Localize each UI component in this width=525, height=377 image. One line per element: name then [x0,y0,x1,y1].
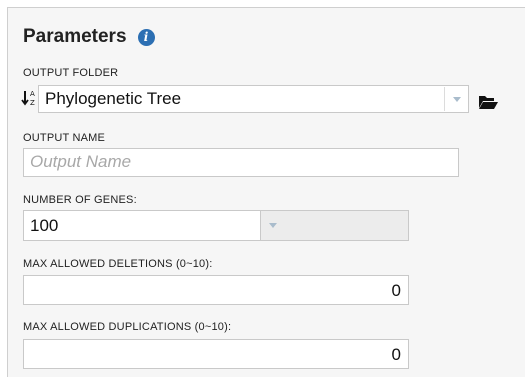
output-folder-label: OUTPUT FOLDER [23,67,119,79]
output-folder-value: Phylogenetic Tree [45,89,182,108]
max-duplications-input[interactable]: 0 [23,339,409,369]
max-deletions-label: MAX ALLOWED DELETIONS (0~10): [23,258,213,270]
panel-title: Parameters [23,26,127,47]
output-folder-select[interactable]: Phylogenetic Tree [38,85,469,113]
output-name-field[interactable] [23,148,459,177]
folder-open-icon[interactable] [478,94,498,110]
chevron-down-icon [269,222,277,228]
svg-text:A: A [30,90,35,98]
max-deletions-input[interactable]: 0 [23,275,409,305]
max-duplications-value: 0 [391,345,401,364]
svg-text:Z: Z [30,99,35,107]
number-of-genes-dropdown-toggle[interactable] [261,213,285,237]
number-of-genes-value-area: 100 [24,211,261,240]
output-name-input[interactable] [30,152,450,172]
max-duplications-label: MAX ALLOWED DUPLICATIONS (0~10): [23,321,232,333]
number-of-genes-value: 100 [30,216,59,235]
number-of-genes-select[interactable]: 100 [23,210,409,241]
max-deletions-value: 0 [391,281,401,300]
output-name-label: OUTPUT NAME [23,132,106,144]
parameters-panel: Parameters i OUTPUT FOLDER A Z Phylogene… [7,7,525,377]
number-of-genes-label: NUMBER OF GENES: [23,194,137,206]
panel-header: Parameters i [23,26,155,48]
chevron-down-icon [452,96,461,102]
output-folder-dropdown-toggle[interactable] [444,87,468,111]
info-icon[interactable]: i [137,28,155,46]
